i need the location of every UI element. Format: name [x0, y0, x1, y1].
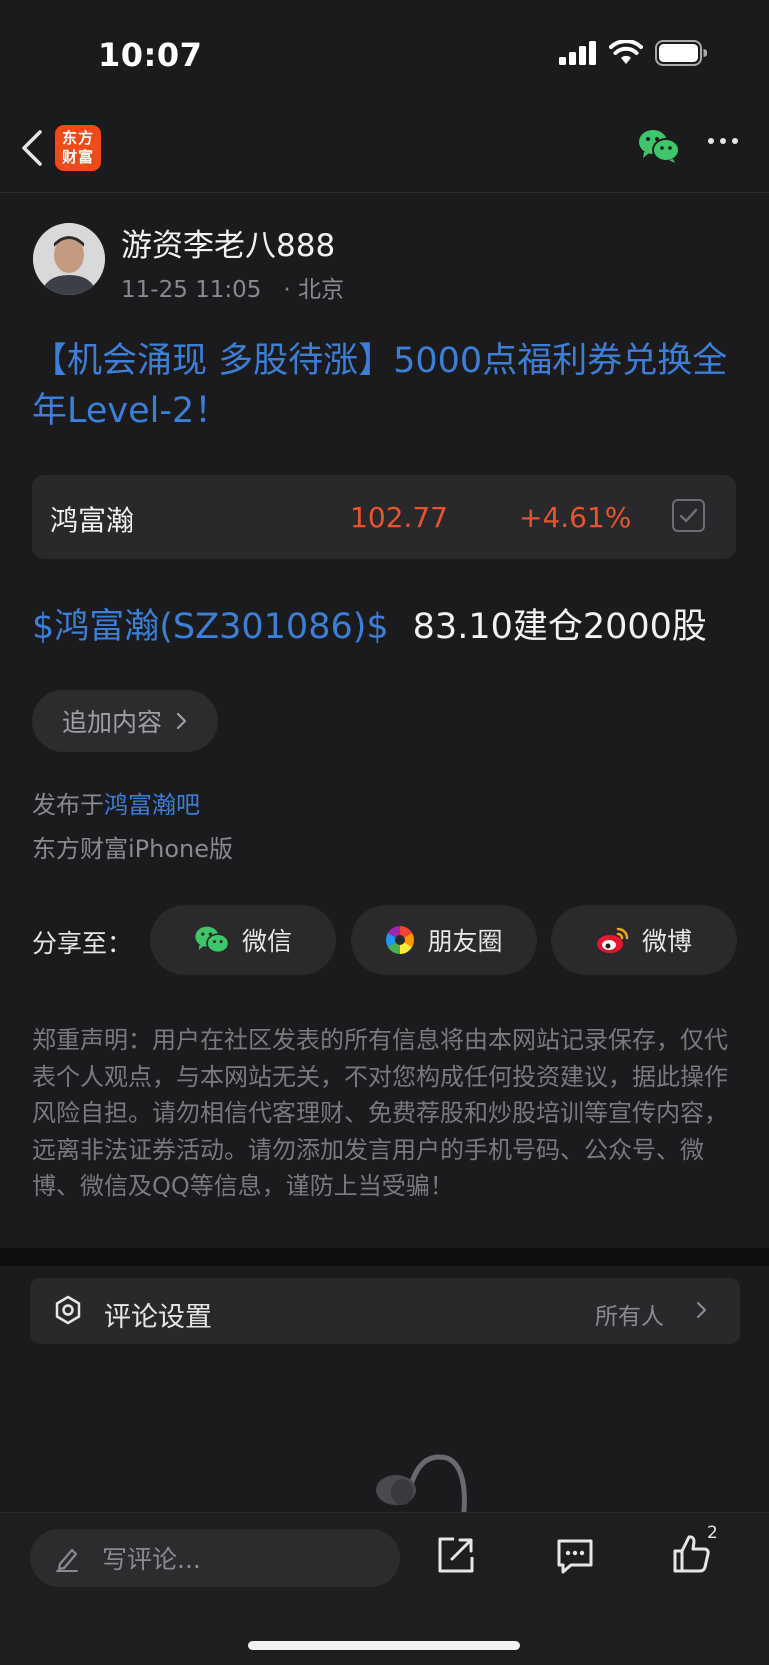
section-separator — [0, 1248, 769, 1266]
stock-name: 鸿富瀚 — [50, 504, 135, 537]
like-count: 2 — [707, 1523, 718, 1543]
pencil-icon — [56, 1548, 78, 1572]
published-prefix: 发布于 — [32, 791, 104, 819]
thumbs-up-icon[interactable] — [671, 1533, 711, 1575]
share-label: 分享至： — [32, 929, 133, 958]
mascot-illustration-icon — [376, 1454, 467, 1512]
share-weibo-button[interactable]: 微博 — [551, 905, 737, 975]
post-date: 11-25 11:05 — [121, 277, 262, 303]
stock-price: 102.77 — [350, 501, 448, 534]
back-icon[interactable] — [18, 128, 48, 168]
nav-divider — [0, 192, 769, 193]
published-in: 发布于鸿富瀚吧 — [32, 785, 200, 820]
post-meta: 11-25 11:05 · 北京 — [121, 270, 344, 304]
avatar-photo-icon — [33, 223, 105, 295]
home-indicator[interactable] — [248, 1641, 520, 1650]
share-moments-button[interactable]: 朋友圈 — [351, 905, 537, 975]
comment-input[interactable]: 写评论... — [30, 1529, 400, 1587]
share-moments-label: 朋友圈 — [427, 927, 503, 956]
wifi-icon — [609, 40, 643, 64]
avatar[interactable] — [33, 223, 105, 295]
share-wechat-label: 微信 — [241, 927, 292, 956]
stock-bar-link[interactable]: 鸿富瀚吧 — [104, 791, 200, 819]
comment-icon[interactable] — [555, 1535, 595, 1575]
post-body-text: 83.10建仓2000股 — [412, 607, 707, 647]
status-time: 10:07 — [98, 36, 203, 74]
wechat-icon — [195, 926, 230, 954]
share-icon[interactable] — [436, 1535, 476, 1575]
chevron-right-icon — [696, 1301, 707, 1319]
wechat-icon[interactable] — [638, 128, 680, 164]
status-icons — [559, 40, 707, 66]
comment-settings-row[interactable]: 评论设置 所有人 — [30, 1278, 740, 1344]
gear-icon — [55, 1295, 81, 1325]
share-weibo-label: 微博 — [641, 927, 692, 956]
stock-ticker-link[interactable]: $鸿富瀚(SZ301086)$ — [32, 607, 389, 647]
comment-input-placeholder: 写评论... — [102, 1545, 201, 1574]
stock-change: +4.61% — [519, 501, 632, 534]
append-content-label: 追加内容 — [62, 708, 163, 737]
append-content-button[interactable]: 追加内容 — [32, 690, 218, 752]
signal-icon — [559, 41, 596, 65]
check-icon — [679, 508, 698, 523]
comment-settings-value: 所有人 — [595, 1304, 664, 1330]
author-name[interactable]: 游资李老八888 — [121, 220, 335, 265]
chevron-right-icon — [176, 712, 187, 730]
client-source: 东方财富iPhone版 — [32, 835, 234, 863]
weibo-icon — [596, 927, 629, 953]
moments-icon — [386, 926, 415, 954]
logo-line-1: 东方 — [61, 129, 94, 147]
share-wechat-button[interactable]: 微信 — [150, 905, 336, 975]
comment-settings-label: 评论设置 — [104, 1302, 212, 1333]
brand-logo[interactable]: 东方 财富 — [55, 125, 101, 171]
logo-line-2: 财富 — [61, 148, 94, 166]
stock-card[interactable]: 鸿富瀚 102.77 +4.61% — [32, 475, 736, 559]
post-title[interactable]: 【机会涌现 多股待涨】5000点福利券兑换全年Level-2！ — [32, 336, 744, 436]
post-location: · 北京 — [283, 277, 344, 303]
add-watchlist-checkbox[interactable] — [672, 499, 705, 532]
more-icon[interactable] — [708, 138, 738, 144]
battery-icon — [655, 40, 707, 66]
post-body: $鸿富瀚(SZ301086)$ 83.10建仓2000股 — [32, 598, 707, 649]
disclaimer: 郑重声明：用户在社区发表的所有信息将由本网站记录保存，仅代表个人观点，与本网站无… — [32, 1026, 728, 1200]
